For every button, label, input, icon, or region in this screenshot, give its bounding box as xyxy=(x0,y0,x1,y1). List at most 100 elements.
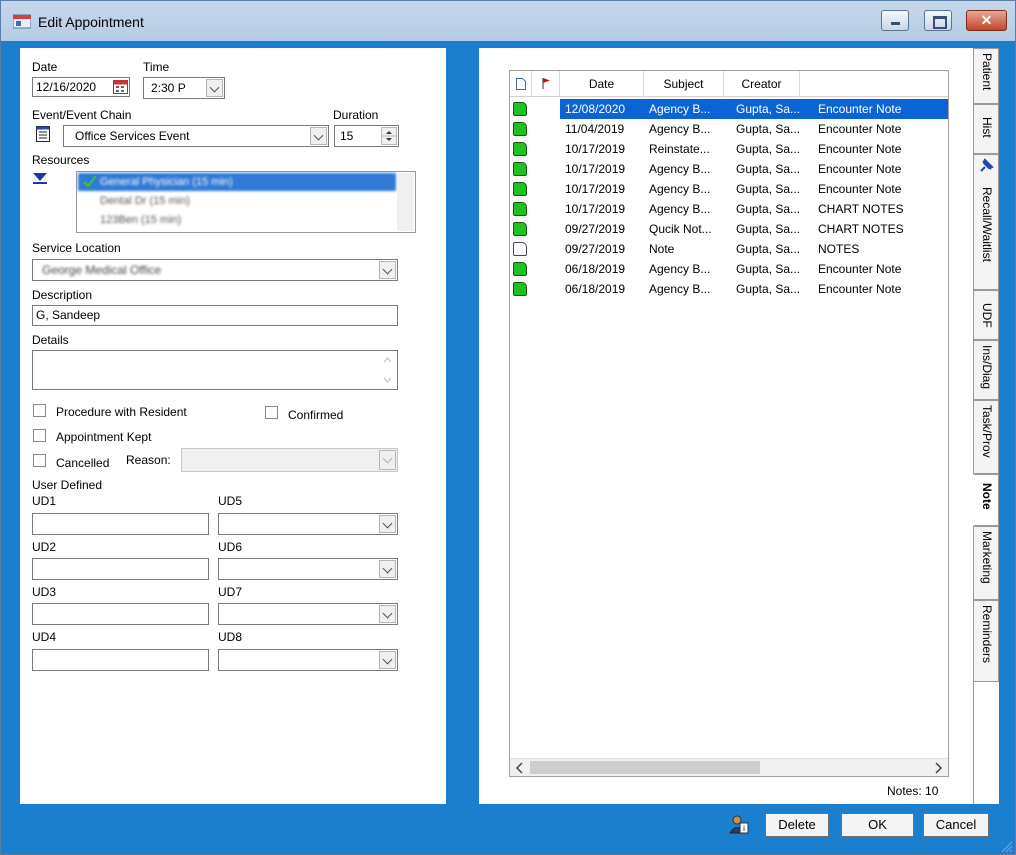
resources-scrollbar[interactable] xyxy=(397,173,414,231)
title-bar[interactable]: Edit Appointment ✕ xyxy=(1,1,1015,41)
horizontal-scrollbar[interactable] xyxy=(510,758,948,776)
spin-buttons[interactable] xyxy=(381,127,397,145)
notes-grid[interactable]: Date Subject Creator 12/08/2020 Agency B.… xyxy=(509,70,949,777)
ud1-input[interactable] xyxy=(32,513,209,535)
dropdown-arrow-icon[interactable] xyxy=(32,171,48,185)
chevron-down-icon[interactable] xyxy=(379,261,396,279)
minimize-button[interactable] xyxy=(881,10,909,31)
tab-task-prov[interactable]: Task/Prov xyxy=(973,400,999,474)
table-row[interactable]: 12/08/2020 Agency B... Gupta, Sa... Encount… xyxy=(510,99,948,119)
cancel-button[interactable]: Cancel xyxy=(923,813,989,837)
duration-stepper[interactable]: 15 xyxy=(334,125,399,147)
cell-subject: Agency B... xyxy=(649,282,711,296)
service-location-select[interactable]: George Medical Office xyxy=(32,259,398,281)
ud2-label: UD2 xyxy=(32,540,57,554)
list-item[interactable]: General Physician (15 min) xyxy=(78,173,396,191)
cell-creator: Gupta, Sa... xyxy=(736,222,801,236)
appointment-kept-label: Appointment Kept xyxy=(56,430,152,444)
close-icon: ✕ xyxy=(980,12,993,28)
cell-creator: Gupta, Sa... xyxy=(736,202,801,216)
window-title: Edit Appointment xyxy=(38,14,144,30)
tab-ins-diag[interactable]: Ins/Diag xyxy=(973,340,999,400)
ud4-input[interactable] xyxy=(32,649,209,671)
ud5-select[interactable] xyxy=(218,513,398,535)
table-row[interactable]: 09/27/2019 Qucik Not... Gupta, Sa... CHART … xyxy=(510,219,948,239)
tab-patient[interactable]: Patient xyxy=(973,48,999,104)
column-doc[interactable] xyxy=(510,71,532,97)
column-date[interactable]: Date xyxy=(560,71,644,97)
ud3-label: UD3 xyxy=(32,585,57,599)
appointment-kept-checkbox[interactable] xyxy=(33,429,46,442)
reason-select[interactable] xyxy=(181,448,398,472)
chevron-down-icon[interactable] xyxy=(379,651,396,669)
details-scrollbar[interactable] xyxy=(379,352,396,388)
ud8-label: UD8 xyxy=(218,630,243,644)
chevron-down-icon[interactable] xyxy=(379,560,396,578)
confirmed-checkbox[interactable] xyxy=(265,406,278,419)
cancelled-checkbox[interactable] xyxy=(33,454,46,467)
table-row[interactable]: 10/17/2019 Reinstate... Gupta, Sa... Encoun… xyxy=(510,139,948,159)
event-select[interactable]: Office Services Event xyxy=(63,125,329,147)
ok-button[interactable]: OK xyxy=(841,813,914,837)
ud2-input[interactable] xyxy=(32,558,209,580)
notes-panel: Date Subject Creator 12/08/2020 Agency B.… xyxy=(479,48,999,804)
table-row[interactable]: 06/18/2019 Agency B... Gupta, Sa... Encount… xyxy=(510,279,948,299)
side-tabs: Patient Hist Recall/Waitlist UDF Ins/Dia… xyxy=(973,48,999,804)
ud5-label: UD5 xyxy=(218,494,243,508)
scroll-right-icon[interactable] xyxy=(933,762,943,774)
tab-recall-waitlist[interactable]: Recall/Waitlist xyxy=(973,154,999,290)
delete-button[interactable]: Delete xyxy=(765,813,829,837)
column-subject[interactable]: Subject xyxy=(644,71,724,97)
column-creator[interactable]: Creator xyxy=(724,71,800,97)
table-row[interactable]: 06/18/2019 Agency B... Gupta, Sa... Encount… xyxy=(510,259,948,279)
ud7-select[interactable] xyxy=(218,603,398,625)
resources-list[interactable]: General Physician (15 min) Dental Dr (15… xyxy=(76,171,416,233)
date-value: 12/16/2020 xyxy=(36,80,97,94)
ud6-select[interactable] xyxy=(218,558,398,580)
table-row[interactable]: 09/27/2019 Note Gupta, Sa... NOTES xyxy=(510,239,948,259)
tab-hist[interactable]: Hist xyxy=(973,104,999,154)
table-row[interactable]: 10/17/2019 Agency B... Gupta, Sa... CHART N… xyxy=(510,199,948,219)
close-button[interactable]: ✕ xyxy=(966,10,1007,31)
resources-label: Resources xyxy=(32,153,90,167)
chevron-down-icon[interactable] xyxy=(310,127,327,145)
description-value: G, Sandeep xyxy=(36,308,101,322)
maximize-button[interactable] xyxy=(924,10,952,31)
details-textarea[interactable] xyxy=(32,350,398,390)
scroll-left-icon[interactable] xyxy=(515,762,525,774)
ud3-input[interactable] xyxy=(32,603,209,625)
time-select[interactable]: 2:30 P xyxy=(143,77,225,99)
calendar-icon[interactable] xyxy=(113,80,128,94)
chevron-down-icon xyxy=(379,450,396,470)
chevron-down-icon[interactable] xyxy=(206,79,223,97)
tab-reminders[interactable]: Reminders xyxy=(973,600,999,682)
description-input[interactable]: G, Sandeep xyxy=(32,305,398,326)
tab-label: Reminders xyxy=(980,605,994,664)
note-green-icon xyxy=(513,282,527,296)
table-row[interactable]: 11/04/2019 Agency B... Gupta, Sa... Encount… xyxy=(510,119,948,139)
flag-icon xyxy=(542,78,550,89)
tab-udf[interactable]: UDF xyxy=(973,290,999,340)
chevron-down-icon[interactable] xyxy=(379,515,396,533)
tab-marketing[interactable]: Marketing xyxy=(973,526,999,600)
duration-value: 15 xyxy=(340,129,354,143)
table-row[interactable]: 10/17/2019 Agency B... Gupta, Sa... Encount… xyxy=(510,159,948,179)
cell-date: 06/18/2019 xyxy=(565,282,626,296)
procedure-checkbox[interactable] xyxy=(33,404,46,417)
resize-grip-icon[interactable] xyxy=(999,839,1013,853)
user-info-icon[interactable]: i xyxy=(729,814,749,834)
note-green-icon xyxy=(513,102,527,116)
tab-note[interactable]: Note xyxy=(973,474,999,526)
table-row[interactable]: 10/17/2019 Agency B... Gupta, Sa... Encount… xyxy=(510,179,948,199)
cell-date: 10/17/2019 xyxy=(565,202,626,216)
column-flag[interactable] xyxy=(532,71,560,97)
list-item[interactable]: 123Ben (15 min) xyxy=(78,211,396,229)
list-item[interactable]: Dental Dr (15 min) xyxy=(78,192,396,210)
svg-text:i: i xyxy=(743,824,745,833)
ud8-select[interactable] xyxy=(218,649,398,671)
scrollbar-thumb[interactable] xyxy=(530,761,760,774)
tab-label: Recall/Waitlist xyxy=(980,187,994,262)
chevron-down-icon[interactable] xyxy=(379,605,396,623)
event-chain-icon[interactable] xyxy=(36,126,50,142)
cell-date: 10/17/2019 xyxy=(565,162,626,176)
